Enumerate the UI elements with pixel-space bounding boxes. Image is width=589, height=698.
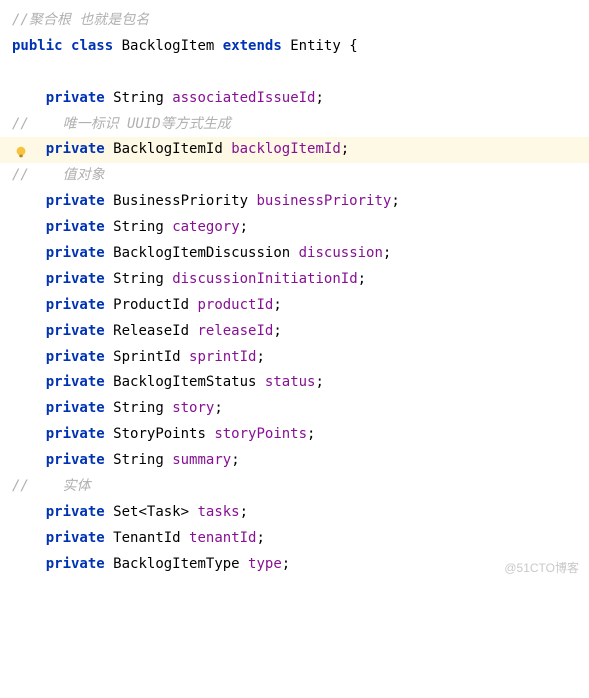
type: TenantId: [113, 530, 180, 546]
keyword-private: private: [46, 90, 105, 106]
keyword-public: public: [12, 38, 63, 54]
keyword-private: private: [46, 530, 105, 546]
code-line-class-decl: public class BacklogItem extends Entity …: [0, 34, 589, 60]
semicolon: ;: [315, 90, 323, 106]
code-line-comment: // 实体: [0, 474, 589, 500]
comment-text: // 实体: [12, 478, 91, 494]
keyword-private: private: [46, 297, 105, 313]
semicolon: ;: [273, 323, 281, 339]
semicolon: ;: [256, 349, 264, 365]
attribution-text: @51CTO博客: [504, 557, 579, 579]
keyword-private: private: [46, 271, 105, 287]
keyword-private: private: [46, 349, 105, 365]
type: ProductId: [113, 297, 189, 313]
keyword-private: private: [46, 400, 105, 416]
field-name: productId: [197, 297, 273, 313]
open-brace: {: [349, 38, 357, 54]
code-line-comment: //聚合根 也就是包名: [0, 8, 589, 34]
code-line-field: private TenantId tenantId;: [0, 526, 589, 552]
type: BusinessPriority: [113, 193, 248, 209]
field-name: storyPoints: [214, 426, 307, 442]
field-name: discussion: [299, 245, 383, 261]
field-name: status: [265, 374, 316, 390]
comment-text: //聚合根 也就是包名: [12, 12, 149, 28]
code-line-field: private BacklogItemDiscussion discussion…: [0, 241, 589, 267]
code-line-field-highlighted: private BacklogItemId backlogItemId;: [0, 137, 589, 163]
semicolon: ;: [383, 245, 391, 261]
keyword-class: class: [71, 38, 113, 54]
type: String: [113, 452, 164, 468]
keyword-private: private: [46, 323, 105, 339]
type: BacklogItemId: [113, 141, 223, 157]
semicolon: ;: [282, 556, 290, 572]
keyword-private: private: [46, 141, 105, 157]
classname: BacklogItem: [122, 38, 215, 54]
code-line-comment: // 唯一标识 UUID等方式生成: [0, 112, 589, 138]
keyword-private: private: [46, 374, 105, 390]
field-name: releaseId: [197, 323, 273, 339]
type: BacklogItemType: [113, 556, 239, 572]
keyword-private: private: [46, 452, 105, 468]
semicolon: ;: [391, 193, 399, 209]
code-line-field: private StoryPoints storyPoints;: [0, 422, 589, 448]
keyword-private: private: [46, 504, 105, 520]
semicolon: ;: [273, 297, 281, 313]
semicolon: ;: [256, 530, 264, 546]
comment-text: // 唯一标识 UUID等方式生成: [12, 116, 231, 132]
code-line-field: private String discussionInitiationId;: [0, 267, 589, 293]
type: Set<Task>: [113, 504, 189, 520]
code-line-field: private ProductId productId;: [0, 293, 589, 319]
code-line-field: private String category;: [0, 215, 589, 241]
field-name: businessPriority: [256, 193, 391, 209]
semicolon: ;: [240, 504, 248, 520]
field-name: associatedIssueId: [172, 90, 315, 106]
code-line-field: private ReleaseId releaseId;: [0, 319, 589, 345]
type: String: [113, 219, 164, 235]
semicolon: ;: [214, 400, 222, 416]
keyword-private: private: [46, 193, 105, 209]
classname: Entity: [290, 38, 341, 54]
code-line-field: private BacklogItemStatus status;: [0, 370, 589, 396]
code-line-field: private BacklogItemType type;: [0, 552, 589, 578]
type: ReleaseId: [113, 323, 189, 339]
semicolon: ;: [358, 271, 366, 287]
code-line-field: private BusinessPriority businessPriorit…: [0, 189, 589, 215]
type: StoryPoints: [113, 426, 206, 442]
field-name: story: [172, 400, 214, 416]
field-name: category: [172, 219, 239, 235]
type: String: [113, 271, 164, 287]
semicolon: ;: [315, 374, 323, 390]
code-line-field: private String summary;: [0, 448, 589, 474]
type: BacklogItemStatus: [113, 374, 256, 390]
code-line-field: private Set<Task> tasks;: [0, 500, 589, 526]
type: String: [113, 90, 164, 106]
field-name: discussionInitiationId: [172, 271, 357, 287]
code-line-comment: // 值对象: [0, 163, 589, 189]
field-name: sprintId: [189, 349, 256, 365]
type: SprintId: [113, 349, 180, 365]
keyword-private: private: [46, 245, 105, 261]
field-name: backlogItemId: [231, 141, 341, 157]
semicolon: ;: [231, 452, 239, 468]
field-name: tasks: [197, 504, 239, 520]
keyword-private: private: [46, 556, 105, 572]
field-name: summary: [172, 452, 231, 468]
semicolon: ;: [341, 141, 349, 157]
code-line-field: private String story;: [0, 396, 589, 422]
semicolon: ;: [240, 219, 248, 235]
code-line-field: private SprintId sprintId;: [0, 345, 589, 371]
type: String: [113, 400, 164, 416]
keyword-private: private: [46, 219, 105, 235]
field-name: tenantId: [189, 530, 256, 546]
semicolon: ;: [307, 426, 315, 442]
field-name: type: [248, 556, 282, 572]
bulb-icon[interactable]: [14, 143, 28, 157]
code-line-field: private String associatedIssueId;: [0, 86, 589, 112]
comment-text: // 值对象: [12, 167, 105, 183]
code-line-blank: [0, 60, 589, 86]
type: BacklogItemDiscussion: [113, 245, 290, 261]
keyword-extends: extends: [223, 38, 282, 54]
keyword-private: private: [46, 426, 105, 442]
